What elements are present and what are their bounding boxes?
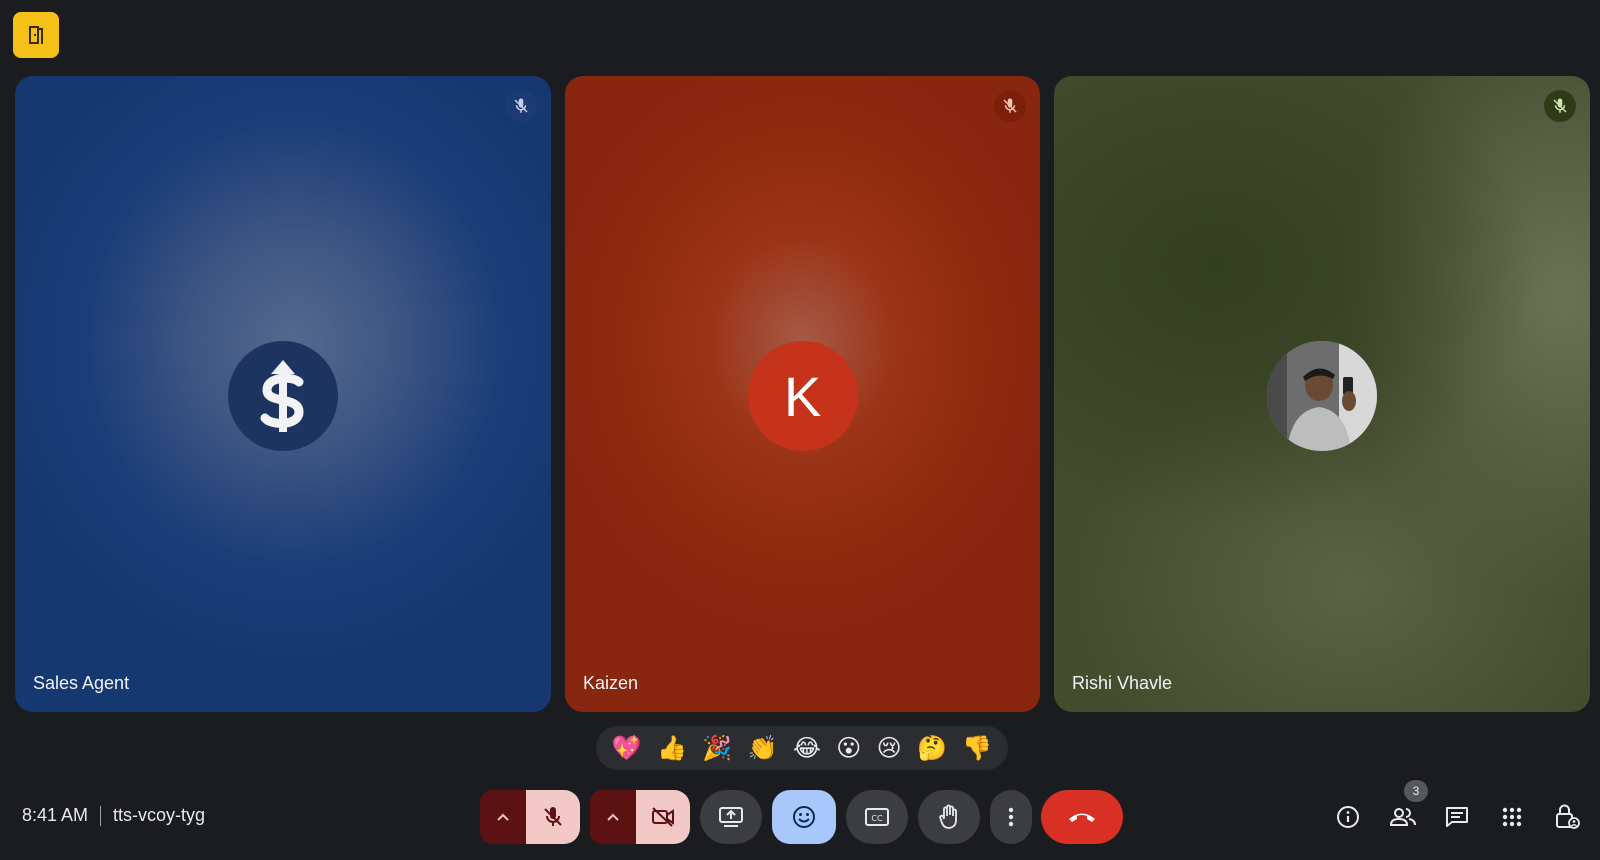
reaction-clapping[interactable]: 👏 [748,734,778,763]
host-controls-button[interactable] [1550,800,1584,834]
participant-tile-rishi-vhavle[interactable]: Rishi Vhavle [1054,76,1590,712]
meeting-time: 8:41 AM [22,805,89,825]
present-screen-icon [719,807,743,827]
participant-name: Rishi Vhavle [1072,673,1173,693]
reaction-sparkling-heart[interactable]: 💖 [612,734,642,763]
mic-off-icon [514,98,528,113]
more-vert-icon [1008,807,1014,827]
reaction-crying[interactable]: 😢 [877,734,902,763]
mic-muted-indicator [994,90,1026,122]
end-call-button[interactable] [1041,790,1123,844]
mic-muted-indicator [1544,90,1576,122]
reaction-tears-of-joy[interactable]: 😂 [793,734,821,763]
people-count-badge: 3 [1404,780,1428,802]
reaction-surprised[interactable]: 😮 [836,734,861,763]
mic-muted-indicator [505,90,537,122]
camera-toggle-button[interactable] [636,790,690,844]
end-call-icon [1069,813,1095,822]
meeting-code: tts-vcoy-tyg [113,805,206,825]
captions-icon: CC [865,808,889,826]
reactions-bar: 💖 👍 🎉 👏 😂 😮 😢 🤔 👎 [596,726,1008,770]
avatar-letter: K [747,341,858,451]
raise-hand-icon [939,804,957,829]
audio-options-button[interactable] [480,790,526,844]
activities-button[interactable] [1495,800,1529,834]
meeting-details-button[interactable] [1331,800,1365,834]
exit-door-button[interactable] [13,12,59,58]
mic-off-icon [1003,98,1017,113]
door-exit-icon [24,23,48,47]
apps-grid-icon [1502,807,1522,827]
reaction-thumbs-up[interactable]: 👍 [657,734,687,763]
people-button[interactable] [1386,800,1420,834]
dollar-arrow-logo-icon [260,360,304,432]
emoji-icon [793,806,815,828]
more-options-button[interactable] [990,790,1032,844]
info-icon [1337,806,1359,828]
chat-icon [1446,807,1468,827]
profile-photo [1267,341,1377,451]
people-icon [1389,808,1416,826]
meeting-details: 8:41 AM tts-vcoy-tyg [22,805,205,826]
chevron-up-icon [607,813,619,821]
mic-toggle-button[interactable] [526,790,580,844]
mic-off-icon [544,807,562,826]
lock-person-icon [1556,804,1580,829]
emoji-reactions-button[interactable] [772,790,836,844]
divider [100,805,102,826]
avatar [228,341,338,451]
camera-off-icon [652,807,674,827]
participant-tile-sales-agent[interactable]: Sales Agent [15,76,551,712]
mic-off-icon [1553,98,1567,113]
video-options-button[interactable] [590,790,636,844]
reaction-thumbs-down[interactable]: 👎 [962,734,992,763]
reaction-party-popper[interactable]: 🎉 [702,734,732,763]
raise-hand-button[interactable] [918,790,980,844]
participant-tile-kaizen[interactable]: K Kaizen [565,76,1040,712]
participant-name: Sales Agent [33,673,130,693]
chevron-up-icon [497,813,509,821]
present-screen-button[interactable] [700,790,762,844]
captions-button[interactable]: CC [846,790,908,844]
participant-name: Kaizen [583,673,639,693]
svg-text:CC: CC [871,814,883,823]
chat-button[interactable] [1440,800,1474,834]
reaction-thinking[interactable]: 🤔 [917,734,947,763]
